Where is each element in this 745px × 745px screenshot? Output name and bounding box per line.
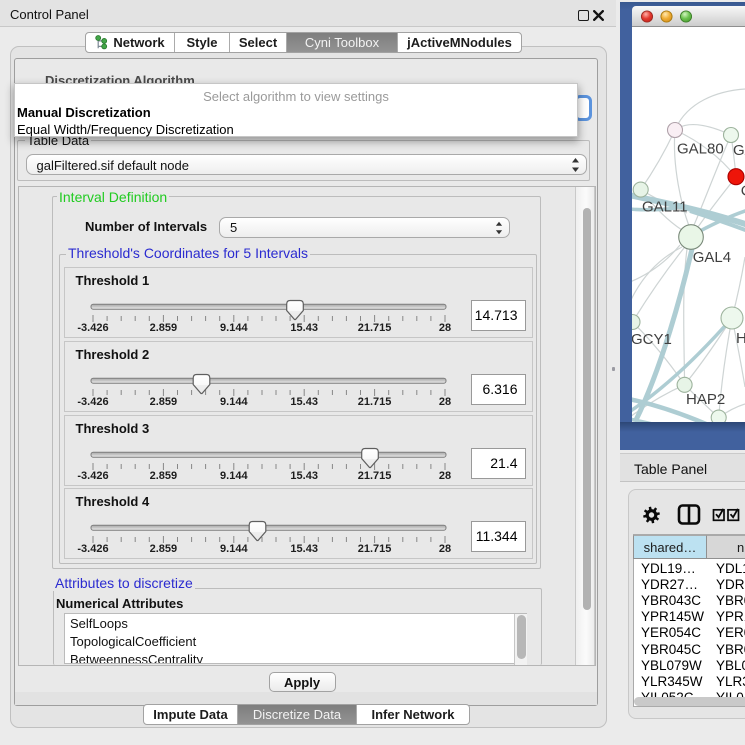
- svg-text:GCY1: GCY1: [632, 331, 672, 348]
- svg-text:HAP2: HAP2: [686, 391, 725, 408]
- svg-text:2.859: 2.859: [150, 396, 178, 408]
- svg-text:28: 28: [439, 322, 451, 334]
- svg-text:9.144: 9.144: [220, 396, 248, 408]
- svg-text:21.715: 21.715: [358, 543, 392, 555]
- svg-text:9.144: 9.144: [220, 470, 248, 482]
- svg-text:9.144: 9.144: [220, 543, 248, 555]
- svg-text:9.144: 9.144: [220, 322, 248, 334]
- svg-text:21.715: 21.715: [358, 396, 392, 408]
- svg-text:15.43: 15.43: [290, 543, 318, 555]
- svg-text:-3.426: -3.426: [77, 470, 108, 482]
- svg-text:GAL80: GAL80: [677, 141, 724, 158]
- svg-text:21.715: 21.715: [358, 322, 392, 334]
- svg-text:HIS: HIS: [736, 330, 745, 347]
- svg-text:28: 28: [439, 396, 451, 408]
- svg-text:2.859: 2.859: [150, 322, 178, 334]
- svg-text:GAL11: GAL11: [642, 198, 688, 215]
- svg-text:21.715: 21.715: [358, 470, 392, 482]
- svg-text:GAL3: GAL3: [733, 142, 745, 159]
- svg-text:-3.426: -3.426: [77, 396, 108, 408]
- svg-text:15.43: 15.43: [290, 396, 318, 408]
- svg-text:-3.426: -3.426: [77, 543, 108, 555]
- svg-text:2.859: 2.859: [150, 470, 178, 482]
- svg-text:15.43: 15.43: [290, 470, 318, 482]
- svg-text:2.859: 2.859: [150, 543, 178, 555]
- svg-text:28: 28: [439, 543, 451, 555]
- svg-text:28: 28: [439, 470, 451, 482]
- svg-text:GAL4: GAL4: [693, 249, 731, 266]
- svg-text:CD: CD: [741, 183, 745, 200]
- svg-text:-3.426: -3.426: [77, 322, 108, 334]
- svg-text:15.43: 15.43: [290, 322, 318, 334]
